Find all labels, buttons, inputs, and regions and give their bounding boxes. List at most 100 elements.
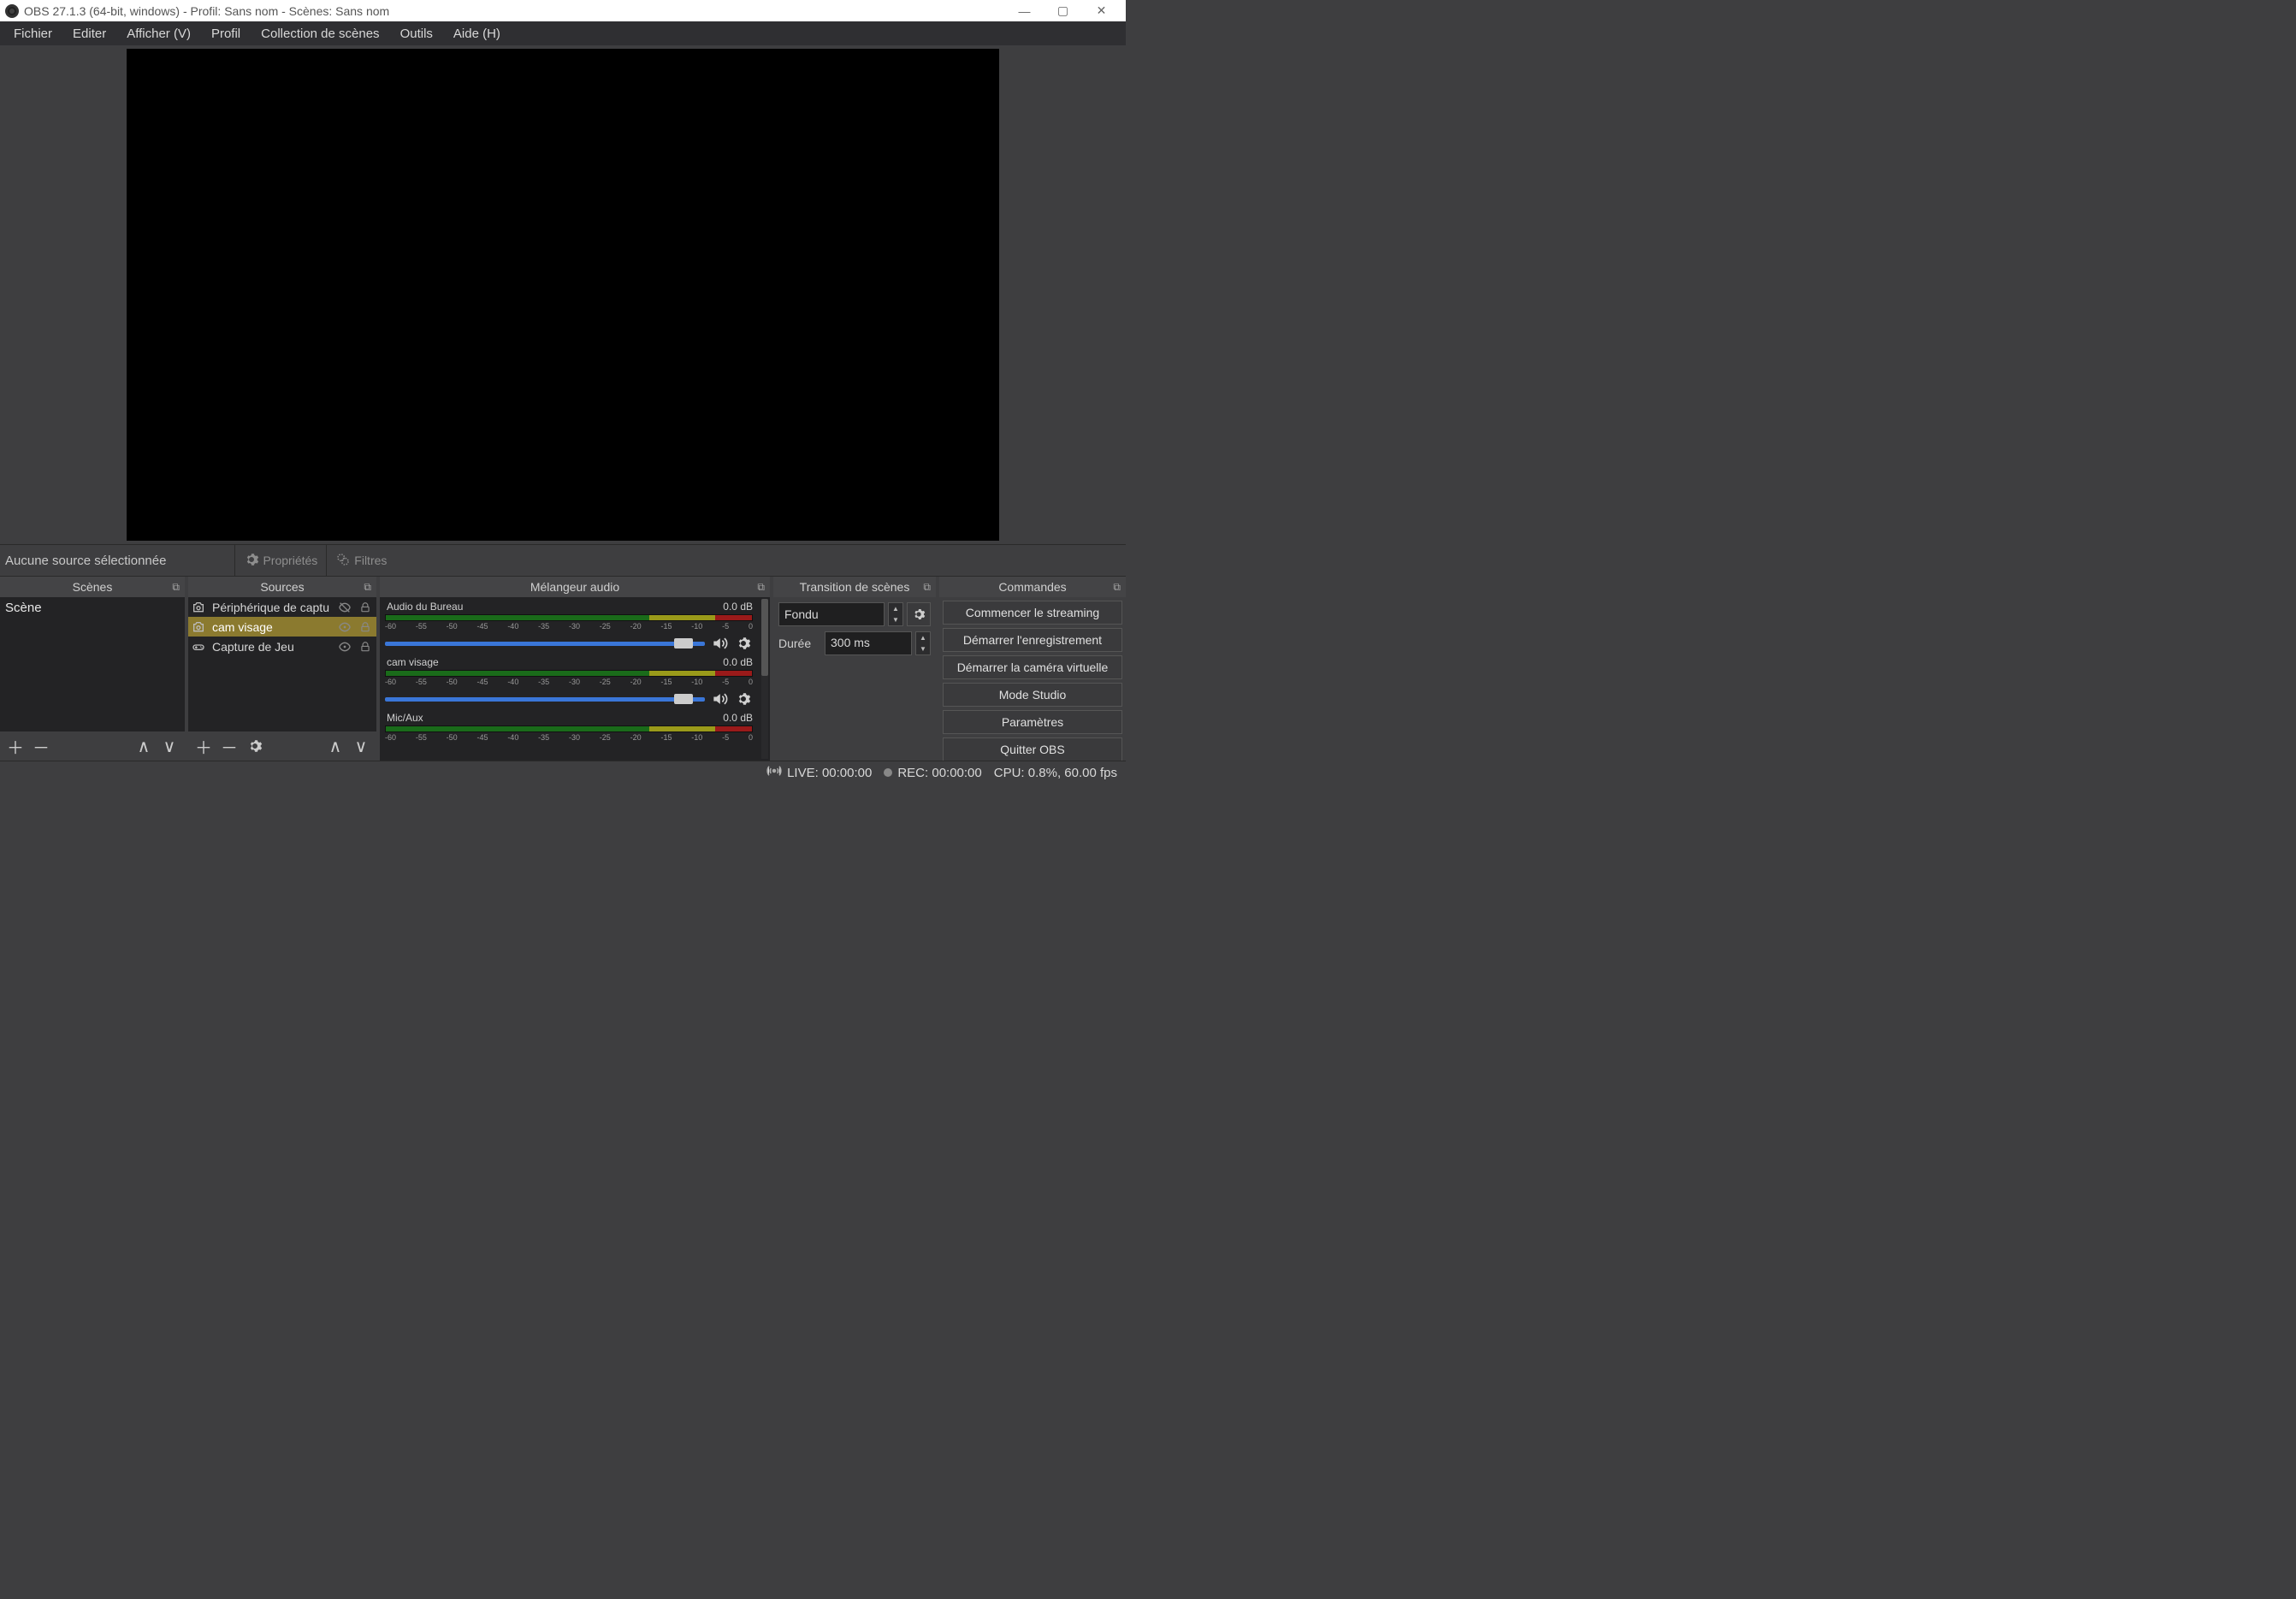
mixer-title: Mélangeur audio (380, 580, 770, 594)
scene-up-button[interactable]: ∧ (133, 736, 154, 756)
mute-button[interactable] (710, 634, 729, 653)
popup-icon[interactable]: ⧉ (172, 581, 180, 594)
menu-view[interactable]: Afficher (V) (116, 24, 201, 44)
menu-edit[interactable]: Editer (62, 24, 116, 44)
maximize-button[interactable]: ▢ (1044, 0, 1082, 21)
remove-scene-button[interactable]: － (31, 736, 51, 756)
sources-list: Périphérique de captu cam visage Capture d… (188, 597, 376, 731)
source-settings-button[interactable] (245, 736, 265, 756)
remove-source-button[interactable]: － (219, 736, 240, 756)
mute-button[interactable] (710, 690, 729, 708)
channel-db: 0.0 dB (723, 601, 753, 613)
start-virtual-cam-button[interactable]: Démarrer la caméra virtuelle (943, 655, 1122, 679)
popup-icon[interactable]: ⧉ (923, 581, 931, 594)
chevron-up-icon: ▲ (889, 603, 902, 614)
duration-spin[interactable]: ▲▼ (915, 631, 931, 655)
mixer-body: Audio du Bureau 0.0 dB -60-55-50-45-40-35-… (380, 597, 770, 761)
broadcast-icon (766, 763, 782, 782)
scenes-dock: Scènes ⧉ Scène ＋ － ∧ ∨ (0, 577, 185, 761)
transitions-header: Transition de scènes ⧉ (773, 577, 936, 597)
source-row[interactable]: Capture de Jeu (188, 637, 376, 656)
source-name: Périphérique de captu (212, 601, 332, 614)
volume-slider[interactable] (385, 642, 705, 646)
transitions-body: Fondu ▲▼ Durée 300 ms ▲▼ (773, 597, 936, 761)
add-scene-button[interactable]: ＋ (5, 736, 26, 756)
docks-row: Scènes ⧉ Scène ＋ － ∧ ∨ Sources ⧉ Périphé… (0, 577, 1126, 761)
cpu-text: CPU: 0.8%, 60.00 fps (994, 766, 1117, 780)
start-streaming-button[interactable]: Commencer le streaming (943, 601, 1122, 625)
controls-dock: Commandes ⧉ Commencer le streaming Démarr… (939, 577, 1126, 761)
chevron-up-icon: ▲ (916, 632, 930, 643)
scene-down-button[interactable]: ∨ (159, 736, 180, 756)
source-name: cam visage (212, 620, 332, 634)
mixer-channel: cam visage0.0 dB-60-55-50-45-40-35-30-25… (385, 654, 765, 708)
minimize-button[interactable]: — (1005, 0, 1044, 21)
popup-icon[interactable]: ⧉ (364, 581, 371, 594)
menu-file[interactable]: Fichier (3, 24, 62, 44)
filters-label: Filtres (354, 554, 387, 567)
duration-label: Durée (778, 637, 821, 650)
scenes-footer: ＋ － ∧ ∨ (0, 731, 185, 761)
mixer-channel: Audio du Bureau 0.0 dB -60-55-50-45-40-35-… (385, 599, 765, 653)
titlebar: OBS 27.1.3 (64-bit, windows) - Profil: S… (0, 0, 1126, 21)
status-live: LIVE: 00:00:00 (766, 763, 872, 782)
source-row[interactable]: cam visage (188, 617, 376, 637)
lock-toggle[interactable] (358, 621, 373, 633)
exit-button[interactable]: Quitter OBS (943, 737, 1122, 761)
add-source-button[interactable]: ＋ (193, 736, 214, 756)
menu-profile[interactable]: Profil (201, 24, 251, 44)
preview-canvas[interactable] (127, 49, 999, 541)
scene-item[interactable]: Scène (0, 597, 185, 619)
meter-ticks: -60-55-50-45-40-35-30-25-20-15-10-50 (385, 622, 753, 631)
source-row[interactable]: Périphérique de captu (188, 597, 376, 617)
transition-settings-button[interactable] (907, 602, 931, 626)
channel-db: 0.0 dB (723, 656, 753, 668)
visibility-toggle[interactable] (337, 601, 352, 614)
duration-input[interactable]: 300 ms (825, 631, 912, 655)
status-rec: REC: 00:00:00 (884, 766, 981, 780)
visibility-toggle[interactable] (337, 640, 352, 654)
menu-help[interactable]: Aide (H) (443, 24, 511, 44)
popup-icon[interactable]: ⧉ (757, 581, 765, 594)
menu-scene-collection[interactable]: Collection de scènes (251, 24, 389, 44)
close-button[interactable]: ✕ (1082, 0, 1121, 21)
studio-mode-button[interactable]: Mode Studio (943, 683, 1122, 707)
popup-icon[interactable]: ⧉ (1113, 581, 1121, 594)
status-bar: LIVE: 00:00:00 REC: 00:00:00 CPU: 0.8%, … (0, 761, 1126, 784)
transition-spin[interactable]: ▲▼ (888, 602, 903, 626)
gamepad-icon (192, 640, 207, 654)
mixer-header: Mélangeur audio ⧉ (380, 577, 770, 597)
chevron-down-icon: ▼ (889, 614, 902, 625)
start-recording-button[interactable]: Démarrer l'enregistrement (943, 628, 1122, 652)
source-properties-button[interactable]: Propriétés (234, 544, 326, 577)
channel-name: Audio du Bureau (387, 601, 463, 613)
lock-toggle[interactable] (358, 641, 373, 653)
settings-button[interactable]: Paramètres (943, 710, 1122, 734)
sources-header: Sources ⧉ (188, 577, 376, 597)
source-down-button[interactable]: ∨ (351, 736, 371, 756)
meter-ticks: -60-55-50-45-40-35-30-25-20-15-10-50 (385, 733, 753, 742)
rec-text: REC: 00:00:00 (897, 766, 981, 780)
volume-slider[interactable] (385, 697, 705, 702)
channel-settings-button[interactable] (734, 690, 753, 708)
source-name: Capture de Jeu (212, 640, 332, 654)
meter-ticks: -60-55-50-45-40-35-30-25-20-15-10-50 (385, 678, 753, 686)
lock-toggle[interactable] (358, 601, 373, 613)
controls-body: Commencer le streaming Démarrer l'enregis… (939, 597, 1126, 761)
record-icon (884, 768, 892, 777)
mixer-scrollbar[interactable] (761, 599, 768, 759)
visibility-toggle[interactable] (337, 620, 352, 634)
properties-label: Propriétés (263, 554, 317, 567)
filters-icon (335, 552, 351, 570)
source-up-button[interactable]: ∧ (325, 736, 346, 756)
sources-footer: ＋ － ∧ ∨ (188, 731, 376, 761)
scenes-header: Scènes ⧉ (0, 577, 185, 597)
scenes-list: Scène (0, 597, 185, 731)
source-toolbar: Aucune source sélectionnée Propriétés Fi… (0, 544, 1126, 577)
menu-tools[interactable]: Outils (390, 24, 443, 44)
controls-header: Commandes ⧉ (939, 577, 1126, 597)
transition-select[interactable]: Fondu (778, 602, 885, 626)
channel-settings-button[interactable] (734, 634, 753, 653)
source-filters-button[interactable]: Filtres (326, 544, 395, 577)
menubar: Fichier Editer Afficher (V) Profil Colle… (0, 21, 1126, 45)
